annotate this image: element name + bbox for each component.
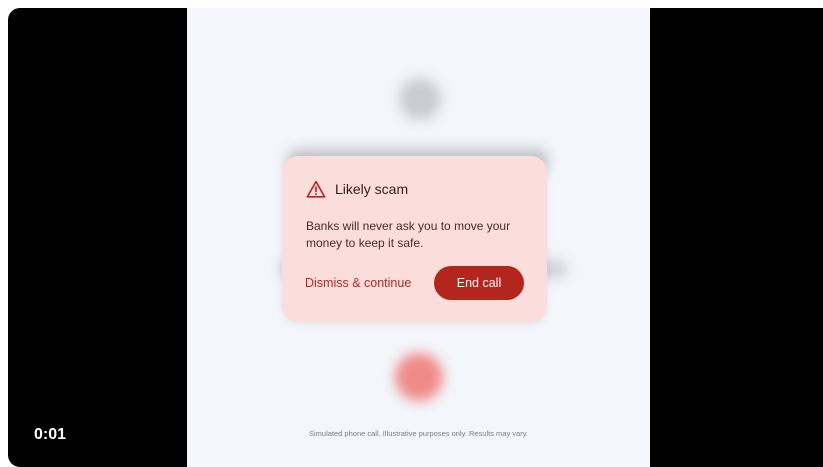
end-call-round-button bbox=[395, 353, 443, 401]
disclaimer-text: Simulated phone call. Illustrative purpo… bbox=[309, 429, 528, 438]
video-player[interactable]: Likely scam Banks will never ask you to … bbox=[8, 8, 823, 467]
dismiss-continue-button[interactable]: Dismiss & continue bbox=[305, 276, 411, 290]
phone-screen: Likely scam Banks will never ask you to … bbox=[187, 8, 650, 467]
scam-alert-header: Likely scam bbox=[306, 180, 408, 198]
scam-alert-message: Banks will never ask you to move your mo… bbox=[306, 219, 511, 250]
end-call-button[interactable]: End call bbox=[434, 266, 524, 300]
scam-alert-card: Likely scam Banks will never ask you to … bbox=[282, 156, 547, 322]
warning-triangle-icon bbox=[306, 180, 326, 198]
scam-alert-title: Likely scam bbox=[335, 181, 409, 197]
caller-avatar bbox=[399, 78, 441, 120]
video-timestamp: 0:01 bbox=[34, 426, 67, 443]
